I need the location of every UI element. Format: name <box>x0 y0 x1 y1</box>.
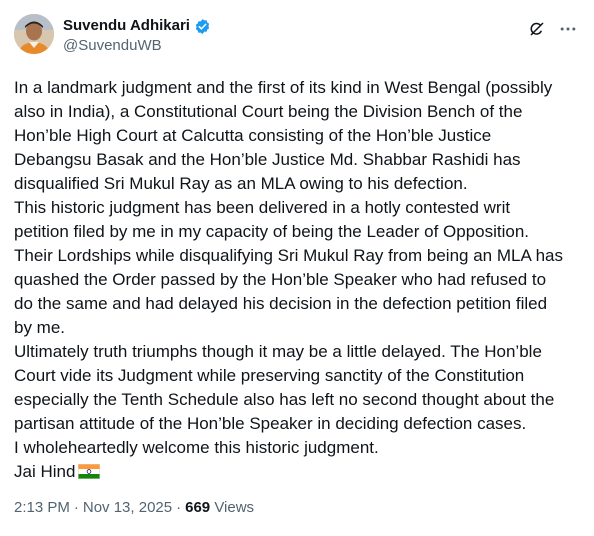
tweet-line: do the same and had delayed his decision… <box>14 294 548 313</box>
tweet-text: In a landmark judgment and the first of … <box>14 76 584 484</box>
meta-separator: · <box>176 499 182 516</box>
author-block: Suvendu Adhikari @SuvenduWB <box>63 16 211 56</box>
avatar-image <box>14 14 54 54</box>
tweet-meta: 2:13 PM · Nov 13, 2025 · 669 Views <box>14 498 254 518</box>
verified-badge-icon <box>194 18 211 35</box>
tweet-line: Their Lordships while disqualifying Sri … <box>14 246 563 265</box>
avatar[interactable] <box>14 14 54 54</box>
meta-separator: · <box>73 499 79 516</box>
tweet-line: disqualified Sri Mukul Ray as an MLA owi… <box>14 174 468 193</box>
tweet-line: Jai Hind <box>14 462 76 481</box>
tweet-line: In a landmark judgment and the first of … <box>14 78 553 97</box>
tweet-line: also in India), a Constitutional Court b… <box>14 102 523 121</box>
tweet-line: by me. <box>14 318 66 337</box>
india-flag-icon <box>78 462 101 479</box>
tweet-line: petition filed by me in my capacity of b… <box>14 222 530 241</box>
tweet-line: I wholeheartedly welcome this historic j… <box>14 438 379 457</box>
header-actions <box>528 19 578 39</box>
author-handle[interactable]: @SuvenduWB <box>63 36 211 56</box>
tweet-date[interactable]: Nov 13, 2025 <box>83 499 172 516</box>
tweet-line: Hon’ble High Court at Calcutta consistin… <box>14 126 492 145</box>
more-icon[interactable] <box>558 19 578 39</box>
tweet-time[interactable]: 2:13 PM <box>14 499 70 516</box>
tweet-line: Court vide its Judgment while preserving… <box>14 366 525 385</box>
tweet-card: Suvendu Adhikari @SuvenduWB In a landmar… <box>0 0 594 536</box>
views-label: Views <box>214 499 255 516</box>
tweet-line: This historic judgment has been delivere… <box>14 198 511 217</box>
tweet-header: Suvendu Adhikari @SuvenduWB <box>14 14 580 64</box>
tweet-line: partisan attitude of the Hon’ble Speaker… <box>14 414 527 433</box>
grok-icon[interactable] <box>528 20 546 38</box>
tweet-line: quashed the Order passed by the Hon’ble … <box>14 270 547 289</box>
tweet-line: especially the Tenth Schedule also has l… <box>14 390 555 409</box>
tweet-line: Ultimately truth triumphs though it may … <box>14 342 542 361</box>
tweet-line: Debangsu Basak and the Hon’ble Justice M… <box>14 150 521 169</box>
author-display-name[interactable]: Suvendu Adhikari <box>63 16 190 36</box>
views-count: 669 <box>185 499 211 516</box>
tweet-line-last: Jai Hind <box>14 460 584 484</box>
